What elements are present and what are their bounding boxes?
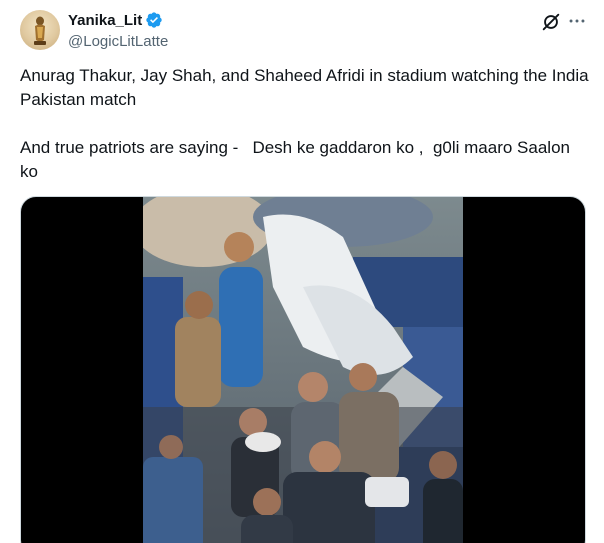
tweet-card: Yanika_Lit @LogicLitLatte Anurag Thakur,… [0, 0, 604, 543]
author-display-name[interactable]: Yanika_Lit [68, 12, 142, 29]
author-avatar[interactable] [20, 10, 60, 50]
tweet-header: Yanika_Lit @LogicLitLatte [20, 8, 590, 52]
tweet-paragraph-1: Anurag Thakur, Jay Shah, and Shaheed Afr… [20, 66, 594, 109]
video-frame [143, 197, 463, 543]
tweet-paragraph-2: And true patriots are saying - Desh ke g… [20, 138, 575, 181]
verified-badge-icon[interactable] [145, 11, 163, 29]
statuette-avatar-icon [34, 16, 46, 45]
tweet-text: Anurag Thakur, Jay Shah, and Shaheed Afr… [20, 64, 590, 184]
author-handle[interactable]: @LogicLitLatte [68, 33, 168, 51]
video-media[interactable] [20, 196, 586, 543]
grok-icon[interactable] [540, 11, 562, 33]
more-icon[interactable] [566, 10, 588, 32]
